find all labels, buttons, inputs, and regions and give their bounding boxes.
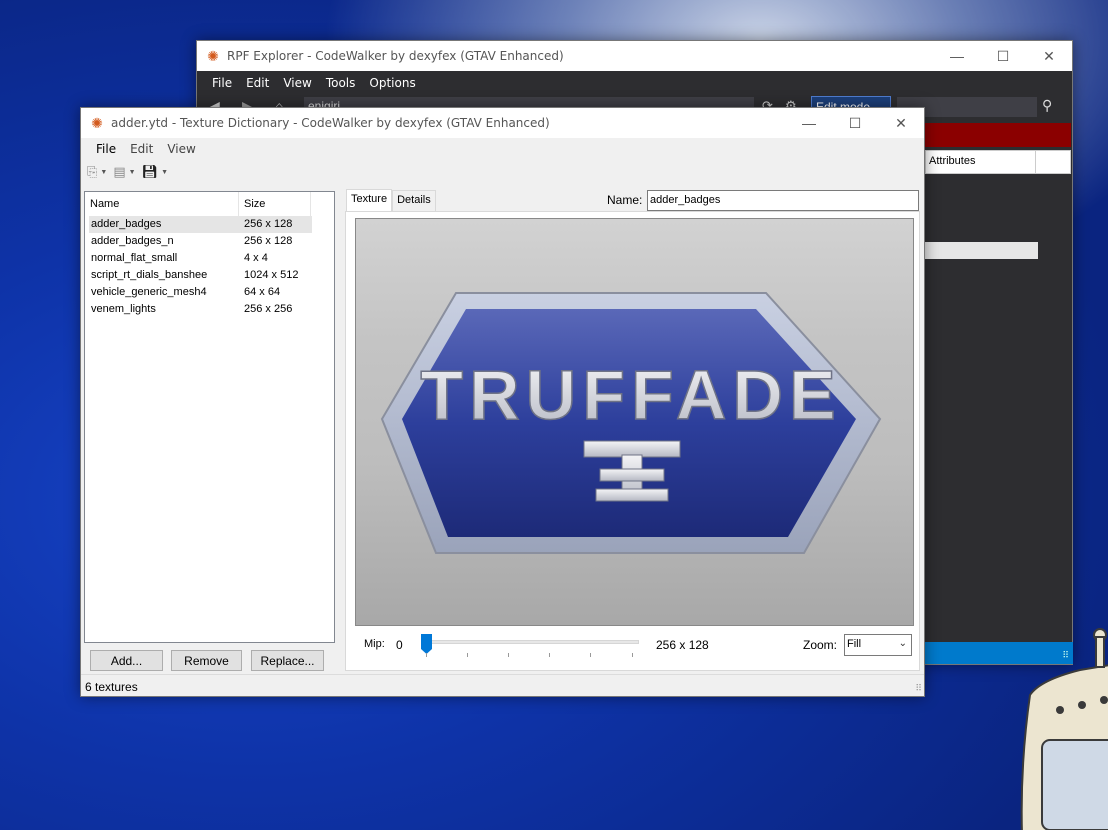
ytd-toolbar: ⎘ ▼ ▤ ▼ 💾︎ ▼ <box>81 160 924 184</box>
mip-label: Mip: <box>364 638 385 650</box>
tab-details[interactable]: Details <box>392 190 436 211</box>
open-folder-icon[interactable]: ▤ ▼ <box>113 164 135 180</box>
mip-value: 0 <box>396 638 403 652</box>
slider-track <box>423 640 639 644</box>
close-button[interactable]: ✕ <box>1026 41 1072 71</box>
texture-name: venem_lights <box>91 303 156 315</box>
codewalker-app-icon: ✺ <box>91 115 103 131</box>
replace-button[interactable]: Replace... <box>251 650 324 671</box>
texture-preview[interactable]: TRUFFADE <box>355 218 914 626</box>
resize-grip-icon[interactable]: ⠿ <box>915 683 922 694</box>
badge-image: TRUFFADE <box>380 292 882 554</box>
texture-name: vehicle_generic_mesh4 <box>91 286 207 298</box>
texture-size: 1024 x 512 <box>244 269 299 281</box>
save-icon[interactable]: 💾︎ ▼ <box>142 164 168 180</box>
import-icon[interactable]: ⎘ ▼ <box>87 164 107 180</box>
list-item[interactable]: venem_lights 256 x 256 <box>89 301 312 318</box>
texture-name: normal_flat_small <box>91 252 178 264</box>
zoom-label: Zoom: <box>803 638 838 652</box>
rpf-menu-file[interactable]: File <box>205 76 239 90</box>
ytd-statusbar: 6 textures ⠿ <box>81 674 924 696</box>
minimize-button[interactable]: — <box>786 108 832 138</box>
mip-slider[interactable] <box>421 632 641 662</box>
tab-strip: Texture Details <box>346 189 436 211</box>
chevron-down-icon: ⌄ <box>898 638 907 649</box>
tab-texture[interactable]: Texture <box>346 189 393 211</box>
remove-button[interactable]: Remove <box>171 650 242 671</box>
mip-size-readout: 256 x 128 <box>656 638 709 652</box>
slider-tick <box>549 653 550 657</box>
list-item[interactable]: vehicle_generic_mesh4 64 x 64 <box>89 284 312 301</box>
maximize-button[interactable]: ☐ <box>832 108 878 138</box>
chevron-down-icon: ▼ <box>100 168 108 176</box>
texture-dictionary-window[interactable]: ✺ adder.ytd - Texture Dictionary - CodeW… <box>80 107 925 697</box>
search-icon[interactable]: ⚲ <box>1042 97 1052 114</box>
texture-size: 256 x 128 <box>244 235 293 247</box>
rpf-menu-edit[interactable]: Edit <box>239 76 276 90</box>
slider-tick <box>426 653 427 657</box>
texture-size: 256 x 256 <box>244 303 293 315</box>
rpf-selected-row[interactable] <box>925 242 1038 259</box>
ytd-titlebar[interactable]: ✺ adder.ytd - Texture Dictionary - CodeW… <box>81 108 924 138</box>
list-item[interactable]: normal_flat_small 4 x 4 <box>89 250 312 267</box>
texture-size: 4 x 4 <box>244 252 268 264</box>
zoom-dropdown[interactable]: Fill ⌄ <box>844 634 912 656</box>
slider-tick <box>508 653 509 657</box>
rpf-menu-options[interactable]: Options <box>362 76 422 90</box>
column-header-name[interactable]: Name <box>85 192 239 216</box>
codewalker-app-icon: ✺ <box>207 48 219 64</box>
rpf-titlebar[interactable]: ✺ RPF Explorer - CodeWalker by dexyfex (… <box>197 41 1072 71</box>
list-item[interactable]: adder_badges 256 x 128 <box>89 216 312 233</box>
ytd-menu-view[interactable]: View <box>160 142 202 156</box>
slider-thumb[interactable] <box>421 634 432 654</box>
rpf-menubar: File Edit View Tools Options <box>197 71 1072 94</box>
ytd-menu-edit[interactable]: Edit <box>123 142 160 156</box>
chevron-down-icon: ▼ <box>161 168 169 176</box>
rpf-column-header: Attributes <box>925 150 1071 174</box>
status-text: 6 textures <box>85 680 138 694</box>
rpf-menu-tools[interactable]: Tools <box>319 76 363 90</box>
texture-list[interactable]: Name Size adder_badges 256 x 128 adder_b… <box>84 191 335 643</box>
list-item[interactable]: adder_badges_n 256 x 128 <box>89 233 312 250</box>
list-header: Name Size <box>85 192 334 216</box>
texture-size: 64 x 64 <box>244 286 281 298</box>
ytd-menu-file[interactable]: File <box>89 142 123 156</box>
texture-name: adder_badges <box>91 218 162 230</box>
add-button[interactable]: Add... <box>90 650 163 671</box>
ytd-window-title: adder.ytd - Texture Dictionary - CodeWal… <box>111 116 550 130</box>
texture-name: script_rt_dials_banshee <box>91 269 208 281</box>
texture-name-field[interactable]: adder_badges <box>647 190 919 211</box>
badge-text: TRUFFADE <box>420 356 841 434</box>
desktop-stove-image <box>1020 628 1108 830</box>
ytd-menubar: File Edit View <box>81 138 924 160</box>
minimize-button[interactable]: — <box>934 41 980 71</box>
attributes-column-header[interactable]: Attributes <box>926 151 1036 173</box>
close-button[interactable]: ✕ <box>878 108 924 138</box>
rpf-menu-view[interactable]: View <box>276 76 318 90</box>
name-label: Name: <box>607 193 643 207</box>
rpf-header-strip <box>925 123 1071 147</box>
zoom-value: Fill <box>847 638 862 650</box>
texture-size: 256 x 128 <box>244 218 293 230</box>
list-item[interactable]: script_rt_dials_banshee 1024 x 512 <box>89 267 312 284</box>
chevron-down-icon: ▼ <box>128 168 136 176</box>
slider-tick <box>590 653 591 657</box>
slider-tick <box>467 653 468 657</box>
maximize-button[interactable]: ☐ <box>980 41 1026 71</box>
slider-tick <box>632 653 633 657</box>
texture-name: adder_badges_n <box>91 235 174 247</box>
column-header-size[interactable]: Size <box>239 192 311 216</box>
rpf-window-title: RPF Explorer - CodeWalker by dexyfex (GT… <box>227 49 564 63</box>
